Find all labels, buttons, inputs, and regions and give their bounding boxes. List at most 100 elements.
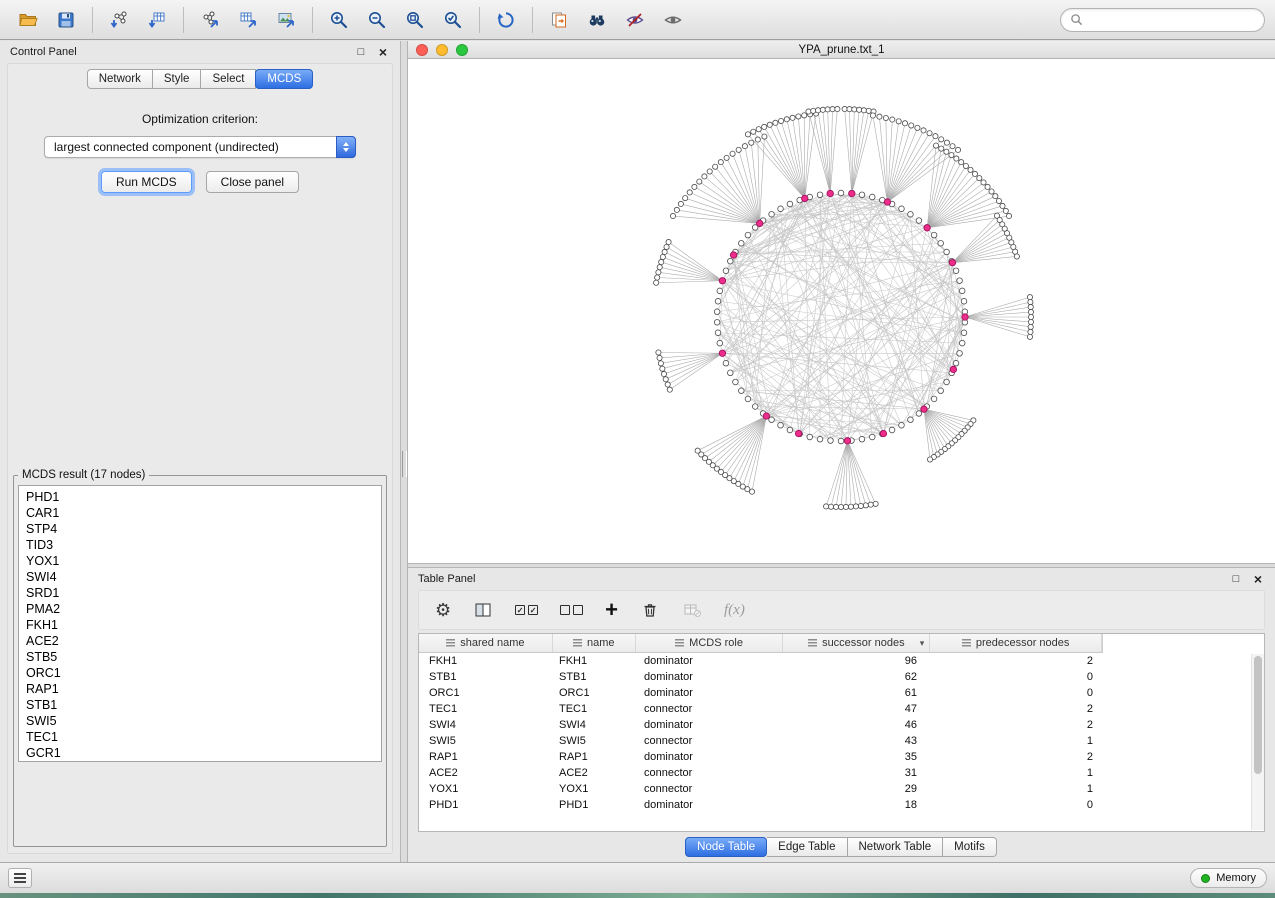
- window-minimize-button[interactable]: [436, 44, 448, 56]
- list-item[interactable]: SWI4: [26, 569, 381, 585]
- float-panel-button[interactable]: □: [354, 45, 368, 59]
- search-input[interactable]: [1089, 12, 1255, 28]
- close-table-panel-button[interactable]: ×: [1251, 572, 1265, 586]
- tab-style[interactable]: Style: [153, 69, 202, 89]
- table-cell: TEC1: [553, 701, 636, 717]
- table-cell: 43: [784, 733, 931, 749]
- table-row[interactable]: FKH1FKH1dominator962: [419, 653, 1264, 669]
- toolbar-separator: [479, 7, 480, 33]
- tab-node-table[interactable]: Node Table: [685, 837, 767, 857]
- list-item[interactable]: ACE2: [26, 633, 381, 649]
- save-session-button[interactable]: [48, 5, 84, 35]
- table-cell: TEC1: [419, 701, 553, 717]
- list-item[interactable]: YOX1: [26, 553, 381, 569]
- node-table-body: FKH1FKH1dominator962STB1STB1dominator620…: [419, 653, 1264, 813]
- table-row[interactable]: RAP1RAP1dominator352: [419, 749, 1264, 765]
- zoom-out-icon: [367, 10, 387, 30]
- status-bar: Memory: [0, 862, 1275, 893]
- vertical-splitter[interactable]: [401, 41, 408, 862]
- add-column-button[interactable]: +: [605, 600, 618, 620]
- list-item[interactable]: SWI5: [26, 713, 381, 729]
- float-table-panel-button[interactable]: □: [1229, 572, 1243, 586]
- table-scrollbar[interactable]: [1251, 654, 1264, 830]
- column-header-predecessor-nodes[interactable]: predecessor nodes: [930, 634, 1102, 652]
- open-session-button[interactable]: [10, 5, 46, 35]
- duplicate-network-button[interactable]: [541, 5, 577, 35]
- table-settings-button[interactable]: ⚙: [435, 601, 451, 619]
- table-cell: connector: [636, 781, 784, 797]
- list-item[interactable]: STP4: [26, 521, 381, 537]
- panel-menu-button[interactable]: [8, 868, 32, 888]
- table-row[interactable]: YOX1YOX1connector291: [419, 781, 1264, 797]
- memory-button[interactable]: Memory: [1190, 868, 1267, 888]
- import-table-button[interactable]: [139, 5, 175, 35]
- deselect-all-button[interactable]: [560, 605, 583, 615]
- select-all-button[interactable]: ✓ ✓: [515, 605, 538, 615]
- tab-select[interactable]: Select: [201, 69, 256, 89]
- zoom-selected-button[interactable]: [435, 5, 471, 35]
- show-columns-button[interactable]: [473, 600, 493, 620]
- table-row[interactable]: TEC1TEC1connector472: [419, 701, 1264, 717]
- window-zoom-button[interactable]: [456, 44, 468, 56]
- list-item[interactable]: SRD1: [26, 585, 381, 601]
- refresh-layout-button[interactable]: [488, 5, 524, 35]
- close-panel-button[interactable]: ×: [376, 45, 390, 59]
- close-panel-action-button[interactable]: Close panel: [206, 171, 299, 193]
- list-item[interactable]: TID3: [26, 537, 381, 553]
- tab-network-table[interactable]: Network Table: [848, 837, 944, 857]
- zoom-selected-icon: [443, 10, 463, 30]
- search-icon: [1070, 13, 1083, 26]
- list-item[interactable]: FKH1: [26, 617, 381, 633]
- table-row[interactable]: PHD1PHD1dominator180: [419, 797, 1264, 813]
- network-graph[interactable]: [408, 59, 1275, 563]
- list-item[interactable]: CAR1: [26, 505, 381, 521]
- import-network-icon: [109, 10, 129, 30]
- list-item[interactable]: RAP1: [26, 681, 381, 697]
- export-network-button[interactable]: [192, 5, 228, 35]
- show-elements-button[interactable]: [655, 5, 691, 35]
- list-item[interactable]: PMA2: [26, 601, 381, 617]
- window-close-button[interactable]: [416, 44, 428, 56]
- sort-dropdown-icon[interactable]: ▾: [920, 638, 925, 649]
- mcds-result-list[interactable]: PHD1CAR1STP4TID3YOX1SWI4SRD1PMA2FKH1ACE2…: [18, 485, 382, 762]
- tab-edge-table[interactable]: Edge Table: [767, 837, 847, 857]
- list-item[interactable]: STB5: [26, 649, 381, 665]
- network-canvas[interactable]: [408, 59, 1275, 563]
- list-item[interactable]: TEC1: [26, 729, 381, 745]
- tab-mcds[interactable]: MCDS: [255, 69, 313, 89]
- table-row[interactable]: STB1STB1dominator620: [419, 669, 1264, 685]
- list-item[interactable]: ORC1: [26, 665, 381, 681]
- list-item[interactable]: PHD1: [26, 489, 381, 505]
- hide-elements-button[interactable]: [617, 5, 653, 35]
- list-item[interactable]: STB1: [26, 697, 381, 713]
- column-header-successor-nodes[interactable]: successor nodes ▾: [783, 634, 930, 652]
- find-button[interactable]: [579, 5, 615, 35]
- column-header-shared-name[interactable]: shared name: [419, 634, 553, 652]
- column-header-mcds-role[interactable]: MCDS role: [636, 634, 784, 652]
- node-table-header: shared name name MCDS role successor nod…: [419, 634, 1103, 653]
- column-header-name[interactable]: name: [553, 634, 636, 652]
- delete-column-button[interactable]: [640, 600, 660, 620]
- zoom-fit-button[interactable]: [397, 5, 433, 35]
- zoom-in-button[interactable]: [321, 5, 357, 35]
- scrollbar-thumb[interactable]: [1254, 656, 1262, 774]
- import-network-button[interactable]: [101, 5, 137, 35]
- table-row[interactable]: SWI4SWI4dominator462: [419, 717, 1264, 733]
- run-mcds-button[interactable]: Run MCDS: [101, 171, 192, 193]
- network-view-panel: YPA_prune.txt_1: [408, 41, 1275, 563]
- export-network-icon: [200, 10, 220, 30]
- optimization-criterion-select[interactable]: largest connected component (undirected): [44, 136, 356, 158]
- export-image-button[interactable]: [268, 5, 304, 35]
- table-cell: 62: [784, 669, 931, 685]
- table-cell: ACE2: [419, 765, 553, 781]
- tab-network[interactable]: Network: [87, 69, 153, 89]
- list-item[interactable]: GCR1: [26, 745, 381, 761]
- table-row[interactable]: ACE2ACE2connector311: [419, 765, 1264, 781]
- zoom-out-button[interactable]: [359, 5, 395, 35]
- table-cell: 31: [784, 765, 931, 781]
- export-table-button[interactable]: [230, 5, 266, 35]
- table-cell: 0: [931, 797, 1103, 813]
- tab-motifs[interactable]: Motifs: [943, 837, 997, 857]
- table-row[interactable]: ORC1ORC1dominator610: [419, 685, 1264, 701]
- table-row[interactable]: SWI5SWI5connector431: [419, 733, 1264, 749]
